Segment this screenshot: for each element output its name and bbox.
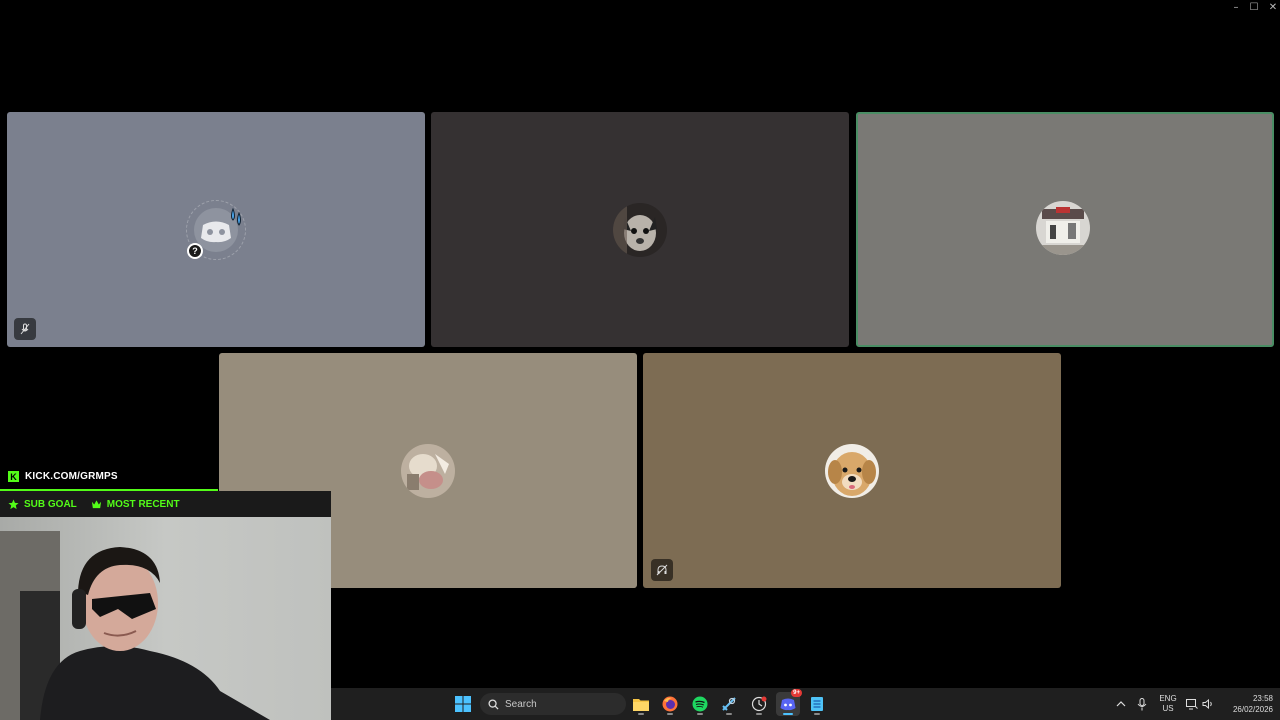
user-avatar — [401, 443, 455, 498]
search-icon — [488, 698, 499, 710]
running-indicator — [667, 713, 673, 715]
notepad-icon[interactable] — [805, 692, 829, 716]
most-recent: MOST RECENT — [91, 499, 180, 510]
sub-goal-label: SUB GOAL — [24, 498, 77, 510]
file-explorer-icon[interactable] — [629, 692, 653, 716]
participant-tile-2[interactable] — [431, 112, 849, 347]
clock-date: 26/02/2026 — [1232, 705, 1273, 714]
search-placeholder: Search — [505, 698, 537, 710]
clock-app-icon[interactable] — [747, 692, 771, 716]
taskbar-search-input[interactable]: Search — [480, 693, 626, 715]
running-indicator — [756, 713, 762, 715]
star-icon — [8, 498, 19, 509]
start-icon[interactable] — [451, 692, 475, 716]
stream-goals-bar: SUB GOAL MOST RECENT — [0, 491, 331, 517]
running-indicator — [697, 713, 703, 715]
maximize-button[interactable]: ☐ — [1247, 2, 1261, 14]
crown-icon — [91, 499, 101, 508]
steam-icon[interactable] — [717, 692, 741, 716]
running-indicator — [726, 713, 732, 715]
language-code: ENG — [1159, 694, 1177, 703]
kick-channel-bar: K KICK.COM/GRMPS — [0, 463, 218, 490]
webcam-overlay: SUB GOAL MOST RECENT — [0, 491, 331, 720]
running-indicator — [638, 713, 644, 715]
language-indicator[interactable]: ENG US — [1155, 694, 1181, 714]
keyboard-layout: US — [1162, 704, 1174, 713]
user-avatar — [613, 202, 667, 257]
spotify-icon[interactable] — [688, 692, 712, 716]
clock-time: 23:58 — [1252, 694, 1273, 703]
discord-notification-badge: 9+ — [791, 689, 802, 697]
participant-tile-3[interactable] — [856, 112, 1274, 347]
windows-taskbar: Search 9+ ENG US 23:58 26/02/2026 — [331, 688, 1280, 720]
headphones-deafened-icon — [651, 559, 673, 581]
unknown-status-icon: ? — [187, 243, 203, 259]
close-button[interactable]: ✕ — [1266, 2, 1280, 14]
webcam-image — [0, 491, 331, 720]
chevron-up-icon[interactable] — [1111, 692, 1131, 716]
window-titlebar: – ☐ ✕ — [0, 0, 1280, 16]
kick-logo-icon: K — [8, 471, 19, 482]
minimize-button[interactable]: – — [1229, 2, 1243, 14]
sub-goal: SUB GOAL — [8, 499, 77, 510]
running-indicator — [814, 713, 820, 715]
microphone-icon[interactable] — [1132, 692, 1152, 716]
system-clock[interactable]: 23:58 26/02/2026 — [1221, 693, 1273, 715]
running-indicator — [783, 713, 793, 715]
firefox-icon[interactable] — [658, 692, 682, 716]
screen: – ☐ ✕ ? K KICK.COM/GRMPS SUB GOAL MOST R… — [0, 0, 1280, 720]
participant-tile-1[interactable]: ? — [7, 112, 425, 347]
user-avatar — [1036, 200, 1090, 255]
user-avatar — [825, 443, 879, 498]
kick-url: KICK.COM/GRMPS — [25, 471, 118, 482]
discord-icon[interactable]: 9+ — [776, 689, 802, 716]
participant-tile-5[interactable] — [643, 353, 1061, 588]
mic-muted-icon — [14, 318, 36, 340]
volume-icon[interactable] — [1199, 692, 1217, 716]
most-recent-label: MOST RECENT — [106, 498, 180, 510]
